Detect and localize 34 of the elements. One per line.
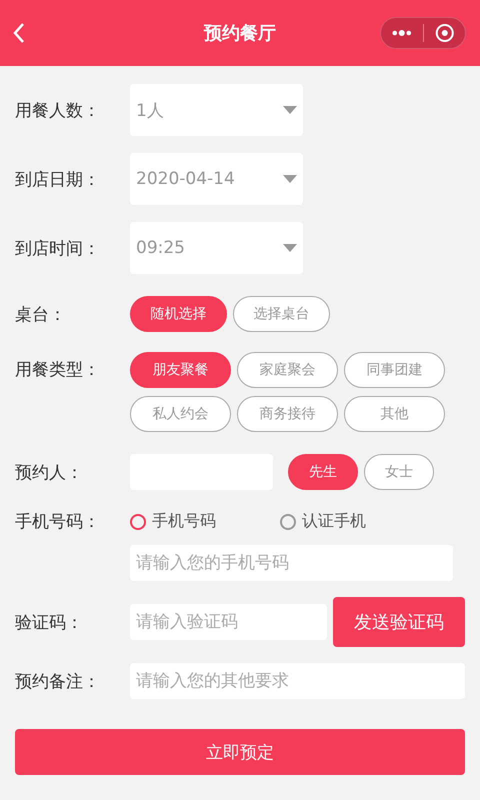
option-chip[interactable]: 先生 (288, 454, 358, 490)
option-chip[interactable]: 家庭聚会 (237, 352, 338, 388)
field-label: 到店日期： (15, 168, 101, 190)
option-chip[interactable]: 女士 (364, 454, 434, 490)
field-label: 预约人： (15, 462, 84, 484)
dropdown-select[interactable]: 2020-04-14 (130, 153, 303, 205)
page-title: 预约餐厅 (204, 22, 276, 45)
option-chip[interactable]: 选择桌台 (233, 296, 330, 332)
dropdown-arrow-icon (283, 244, 297, 252)
code-input[interactable]: 请输入验证码 (130, 604, 327, 640)
field-label: 桌台： (15, 304, 67, 326)
send-code-button[interactable]: 发送验证码 (333, 597, 465, 647)
field-label: 手机号码： (15, 511, 101, 533)
dropdown-arrow-icon (283, 175, 297, 183)
radio-option[interactable]: 手机号码 (130, 511, 280, 532)
field-label: 预约备注： (15, 670, 101, 692)
radio-option[interactable]: 认证手机 (280, 511, 430, 532)
option-chip[interactable]: 同事团建 (344, 352, 445, 388)
remark-input[interactable]: 请输入您的其他要求 (130, 663, 465, 699)
back-icon[interactable] (12, 22, 26, 44)
field-label: 验证码： (15, 612, 84, 634)
dropdown-select[interactable]: 1人 (130, 84, 303, 136)
submit-button[interactable]: 立即预定 (15, 729, 465, 775)
field-label: 用餐人数： (15, 100, 101, 122)
phone-input[interactable]: 请输入您的手机号码 (130, 545, 453, 581)
option-chip[interactable]: 私人约会 (130, 396, 231, 432)
option-chip[interactable]: 商务接待 (237, 396, 338, 432)
field-label: 用餐类型： (15, 359, 101, 381)
field-label: 到店时间： (15, 238, 101, 260)
dropdown-select[interactable]: 09:25 (130, 222, 303, 274)
option-chip[interactable]: 随机选择 (130, 296, 227, 332)
dropdown-arrow-icon (283, 106, 297, 114)
option-chip[interactable]: 其他 (344, 396, 445, 432)
option-chip[interactable]: 朋友聚餐 (130, 352, 231, 388)
